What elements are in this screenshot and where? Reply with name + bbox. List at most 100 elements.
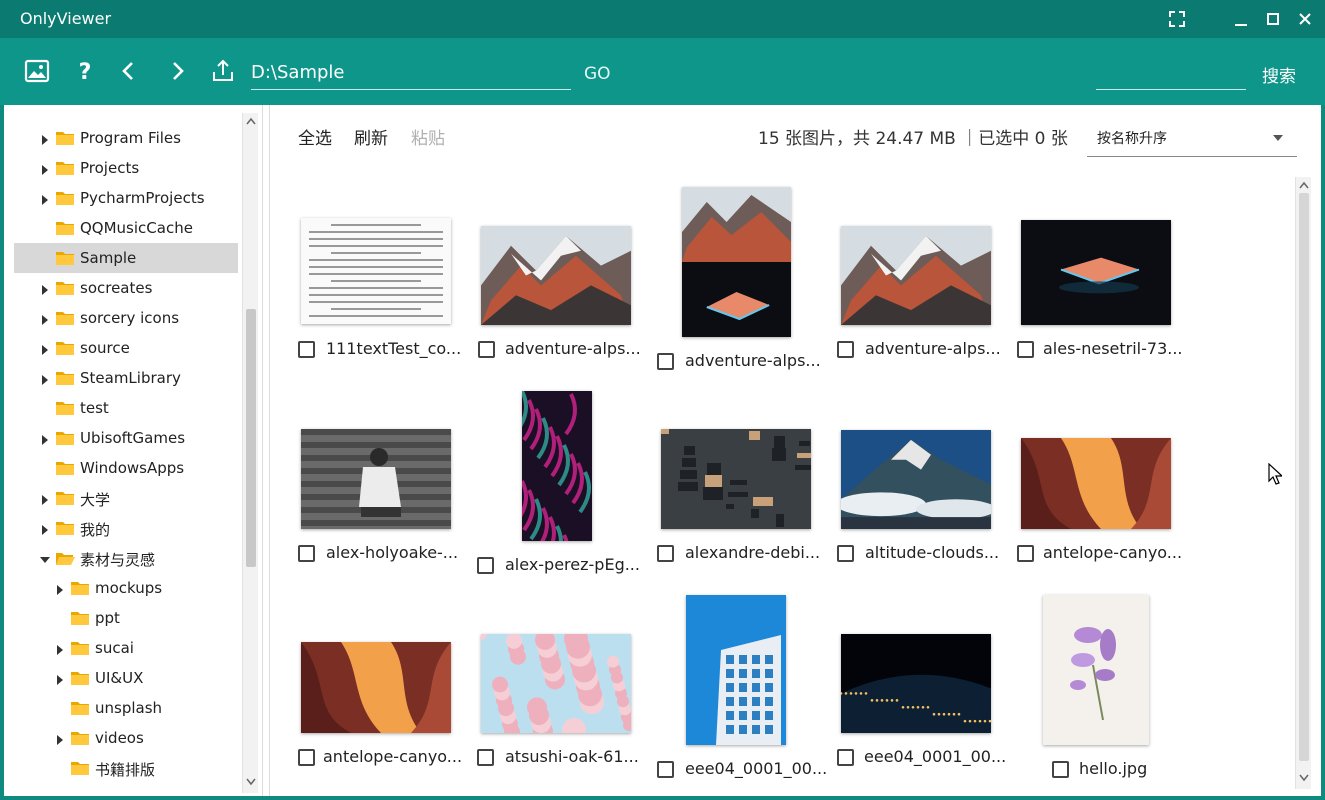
collapsed-arrow-icon[interactable] [40,522,50,535]
scroll-down-icon [246,778,256,786]
image-thumbnail[interactable] [661,429,812,529]
grid-scrollbar[interactable] [1295,177,1311,789]
select-checkbox[interactable] [837,341,854,358]
collapsed-arrow-icon[interactable] [40,492,50,505]
image-thumbnail[interactable] [301,642,451,733]
collapsed-arrow-icon[interactable] [40,342,50,355]
image-thumbnail[interactable] [682,187,791,337]
panel-splitter[interactable] [262,105,270,796]
tree-item[interactable]: SteamLibrary [14,363,238,393]
tree-item[interactable]: ppt [14,603,238,633]
upload-button[interactable] [210,58,236,84]
tree-item[interactable]: 大学 [14,483,238,513]
maximize-button[interactable] [1262,8,1284,30]
image-thumbnail[interactable] [1021,438,1171,529]
image-thumbnail[interactable] [1021,220,1171,325]
status-text: 15 张图片，共 24.47 MB ｜已选中 0 张 [758,129,1068,149]
search-button[interactable]: 搜索 [1262,62,1296,87]
image-thumbnail[interactable] [515,390,592,577]
tree-item[interactable]: Projects [14,153,238,183]
image-thumbnail[interactable] [475,627,635,742]
select-checkbox[interactable] [657,545,674,562]
tree-item[interactable]: QQMusicCache [14,213,238,243]
tree-item[interactable]: test [14,393,238,423]
collapsed-arrow-icon[interactable] [40,312,50,325]
folder-tree: Program Files Projects PycharmProjects QQMu… [4,105,262,796]
select-all-button[interactable]: 全选 [298,124,332,149]
tree-item[interactable]: videos [14,723,238,753]
select-checkbox[interactable] [298,341,315,358]
back-button[interactable] [116,58,142,84]
path-input[interactable]: D:\Sample [251,58,571,90]
collapsed-arrow-icon[interactable] [40,132,50,145]
collapsed-arrow-icon[interactable] [40,282,50,295]
tree-item[interactable]: sorcery icons [14,303,238,333]
image-thumbnail[interactable] [301,218,451,324]
close-button[interactable] [1294,8,1316,30]
tree-item-label: videos [95,729,144,747]
tree-item[interactable]: Sample [14,243,238,273]
collapsed-arrow-icon[interactable] [40,372,50,385]
select-checkbox[interactable] [478,341,495,358]
tree-item[interactable]: 我的 [14,513,238,543]
collapsed-arrow-icon[interactable] [40,162,50,175]
image-thumbnail[interactable] [481,226,631,325]
folder-icon [70,670,90,686]
help-button[interactable]: ? [72,58,98,85]
tree-item-label: UbisoftGames [80,429,186,447]
forward-button[interactable] [164,58,190,84]
paste-button[interactable]: 粘贴 [411,124,445,149]
tree-item[interactable]: mockups [14,573,238,603]
grid-scrollbar-thumb[interactable] [1299,193,1309,761]
svg-text:?: ? [79,60,92,84]
select-checkbox[interactable] [1017,341,1034,358]
select-checkbox[interactable] [477,749,494,766]
collapsed-arrow-icon[interactable] [55,582,65,595]
tree-scrollbar[interactable] [242,113,258,793]
select-checkbox[interactable] [657,761,674,778]
tree-item[interactable]: PycharmProjects [14,183,238,213]
collapsed-arrow-icon[interactable] [40,192,50,205]
sort-select[interactable]: 按名称升序 [1087,119,1297,157]
image-thumbnail[interactable] [686,595,786,745]
tree-item[interactable]: unsplash [14,693,238,723]
tree-item[interactable]: Program Files [14,123,238,153]
select-checkbox[interactable] [657,353,674,370]
search-input[interactable] [1096,58,1246,90]
select-checkbox[interactable] [837,545,854,562]
select-checkbox[interactable] [1017,545,1034,562]
expanded-arrow-icon[interactable] [40,552,50,564]
image-thumbnail[interactable] [836,430,996,529]
minimize-button[interactable] [1230,8,1252,30]
collapsed-arrow-icon[interactable] [40,432,50,445]
select-checkbox[interactable] [1052,761,1069,778]
tree-scrollbar-thumb[interactable] [246,309,256,567]
select-checkbox[interactable] [837,749,854,766]
tree-item-label: source [80,339,130,357]
tree-item[interactable]: WindowsApps [14,453,238,483]
tree-item[interactable]: socreates [14,273,238,303]
tree-item[interactable]: UbisoftGames [14,423,238,453]
tree-item[interactable]: source [14,333,238,363]
collapsed-arrow-icon[interactable] [55,672,65,685]
tree-item[interactable]: UI&UX [14,663,238,693]
image-thumbnail[interactable] [301,429,451,529]
image-thumbnail[interactable] [1043,595,1149,745]
refresh-button[interactable]: 刷新 [354,124,388,149]
collapsed-arrow-icon[interactable] [55,732,65,745]
fullscreen-button[interactable] [1166,8,1188,30]
image-thumbnail[interactable] [839,634,992,733]
collapsed-arrow-icon[interactable] [55,642,65,655]
tree-item-label: mockups [95,579,163,597]
select-checkbox[interactable] [477,557,494,574]
folder-icon [70,580,90,596]
fullscreen-icon [1169,11,1185,27]
go-button[interactable]: GO [584,64,611,84]
tree-item[interactable]: sucai [14,633,238,663]
gallery-button[interactable] [24,58,50,84]
image-thumbnail[interactable] [841,226,991,325]
select-checkbox[interactable] [298,749,315,766]
select-checkbox[interactable] [298,545,315,562]
tree-item[interactable]: 书籍排版 [14,753,238,783]
tree-item[interactable]: 素材与灵感 [14,543,238,573]
